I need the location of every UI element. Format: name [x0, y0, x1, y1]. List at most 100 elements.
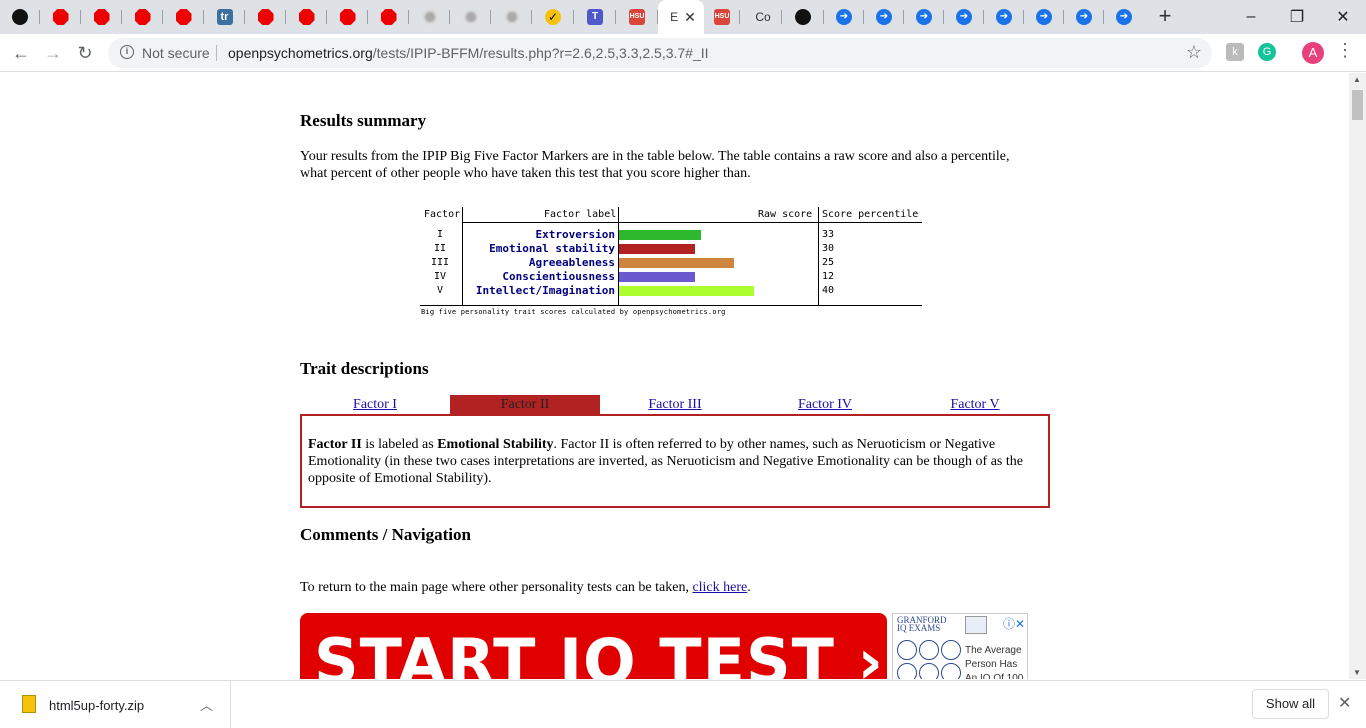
tab-blue-2[interactable]: ➔: [864, 0, 904, 34]
checkmark-icon: ✓: [545, 9, 561, 25]
tab-red-6[interactable]: [286, 0, 327, 34]
close-download-bar-icon[interactable]: ✕: [1338, 693, 1351, 713]
tab-co[interactable]: Co: [740, 0, 782, 34]
percentile-value: 25: [822, 257, 835, 268]
factor-numeral: V: [436, 285, 444, 296]
return-paragraph: To return to the main page where other p…: [300, 579, 1060, 596]
tab-factor-iv[interactable]: Factor IV: [750, 395, 900, 415]
red-octagon-icon: [298, 9, 315, 25]
arrow-circle-icon: ➔: [1076, 9, 1092, 25]
avatar[interactable]: A: [1302, 42, 1324, 64]
results-heading: Results summary: [300, 111, 427, 130]
hsu-icon: HSU: [714, 9, 730, 25]
tab-hsu-1[interactable]: HSU: [616, 0, 658, 34]
tab-blue-6[interactable]: ➔: [1024, 0, 1064, 34]
tab-red-1[interactable]: [40, 0, 81, 34]
tab-check[interactable]: ✓: [532, 0, 574, 34]
tab-red-5[interactable]: [245, 0, 286, 34]
tab-red-7[interactable]: [327, 0, 368, 34]
show-all-button[interactable]: Show all: [1252, 689, 1329, 719]
tab-paint-1[interactable]: [409, 0, 450, 34]
tab-factor-ii[interactable]: Factor II: [450, 395, 600, 415]
close-tab-icon[interactable]: ✕: [684, 9, 696, 26]
desc-trait: Emotional Stability: [437, 437, 554, 452]
address-bar[interactable]: i Not secure openpsychometrics.org/tests…: [108, 38, 1212, 68]
grammarly-icon[interactable]: G: [1258, 43, 1276, 61]
click-here-link[interactable]: click here: [692, 580, 747, 595]
factor-tabs: Factor I Factor II Factor III Factor IV …: [300, 395, 1050, 415]
minimize-button[interactable]: –: [1228, 0, 1274, 34]
side-ad[interactable]: GRANFORD IQ EXAMS ⓘ✕ The Average Person H…: [892, 613, 1028, 679]
red-octagon-icon: [257, 9, 274, 25]
tab-red-3[interactable]: [122, 0, 163, 34]
factor-label: Intellect/Imagination: [475, 284, 615, 297]
tab-active[interactable]: E ✕: [658, 0, 704, 34]
download-item[interactable]: html5up-forty.zip ︿: [0, 681, 231, 728]
tab-blue-1[interactable]: ➔: [824, 0, 864, 34]
trait-heading: Trait descriptions: [300, 359, 429, 378]
ad-main-text: START IQ TEST ›: [314, 625, 885, 679]
download-bar: html5up-forty.zip ︿ Show all ✕: [0, 680, 1366, 728]
header-raw: Raw score: [758, 209, 813, 220]
factor-label: Extroversion: [535, 228, 615, 241]
menu-icon[interactable]: ⋮: [1336, 40, 1354, 61]
hsu-icon: HSU: [629, 9, 645, 25]
forward-button[interactable]: →: [40, 40, 66, 66]
ad-thumbnail: [965, 616, 987, 634]
tab-factor-i[interactable]: Factor I: [300, 395, 450, 415]
tab-paint-3[interactable]: [491, 0, 532, 34]
tab-blue-4[interactable]: ➔: [944, 0, 984, 34]
tab-factor-v[interactable]: Factor V: [900, 395, 1050, 415]
scrollbar[interactable]: ▲ ▼: [1349, 73, 1366, 679]
url-host: openpsychometrics.org: [228, 45, 373, 61]
palette-icon: [421, 9, 438, 25]
percentile-value: 40: [822, 285, 835, 296]
tab-red-4[interactable]: [163, 0, 204, 34]
results-chart: Factor Factor label Raw score Score perc…: [420, 207, 922, 322]
security-label: Not secure: [142, 45, 210, 61]
download-filename: html5up-forty.zip: [49, 698, 145, 713]
tab-github-2[interactable]: [782, 0, 824, 34]
palette-icon: [503, 9, 520, 25]
tab-tr[interactable]: tr: [204, 0, 245, 34]
tab-github-1[interactable]: [0, 0, 40, 34]
scroll-up-icon[interactable]: ▲: [1353, 75, 1361, 84]
red-octagon-icon: [339, 9, 356, 25]
tab-blue-5[interactable]: ➔: [984, 0, 1024, 34]
github-icon: [795, 9, 811, 25]
extension-icon[interactable]: k: [1226, 43, 1244, 61]
comments-heading: Comments / Navigation: [300, 525, 471, 544]
return-period: .: [747, 580, 751, 595]
tab-red-2[interactable]: [81, 0, 122, 34]
tab-blue-7[interactable]: ➔: [1064, 0, 1104, 34]
info-icon[interactable]: i: [120, 45, 134, 59]
iq-test-ad-banner[interactable]: START IQ TEST ›: [300, 613, 887, 679]
window-close-button[interactable]: ✕: [1320, 0, 1366, 34]
factor-numeral: III: [430, 257, 450, 268]
score-bar: [619, 272, 695, 282]
tab-hsu-2[interactable]: HSU: [704, 0, 740, 34]
adchoices-icon[interactable]: ⓘ✕: [1003, 615, 1025, 632]
new-tab-button[interactable]: +: [1152, 4, 1178, 30]
factor-label: Emotional stability: [489, 242, 615, 255]
red-octagon-icon: [134, 9, 151, 25]
bookmark-star-icon[interactable]: ☆: [1186, 42, 1202, 63]
tab-blue-8[interactable]: ➔: [1104, 0, 1144, 34]
factor-description: Factor II is labeled as Emotional Stabil…: [300, 414, 1050, 508]
chevron-up-icon[interactable]: ︿: [200, 695, 213, 714]
scroll-down-icon[interactable]: ▼: [1353, 668, 1361, 677]
tab-teams[interactable]: T: [574, 0, 616, 34]
tab-factor-iii[interactable]: Factor III: [600, 395, 750, 415]
back-button[interactable]: ←: [8, 40, 34, 66]
scrollbar-thumb[interactable]: [1352, 90, 1363, 120]
reload-button[interactable]: ↻: [72, 40, 98, 66]
tab-blue-3[interactable]: ➔: [904, 0, 944, 34]
factor-label: Agreeableness: [528, 256, 615, 269]
browser-toolbar: ← → ↻ i Not secure openpsychometrics.org…: [0, 34, 1366, 72]
tab-paint-2[interactable]: [450, 0, 491, 34]
palette-icon: [462, 9, 479, 25]
restore-button[interactable]: ❐: [1274, 0, 1320, 34]
header-factor: Factor: [424, 209, 461, 220]
tab-red-8[interactable]: [368, 0, 409, 34]
url-text[interactable]: openpsychometrics.org/tests/IPIP-BFFM/re…: [228, 45, 709, 61]
